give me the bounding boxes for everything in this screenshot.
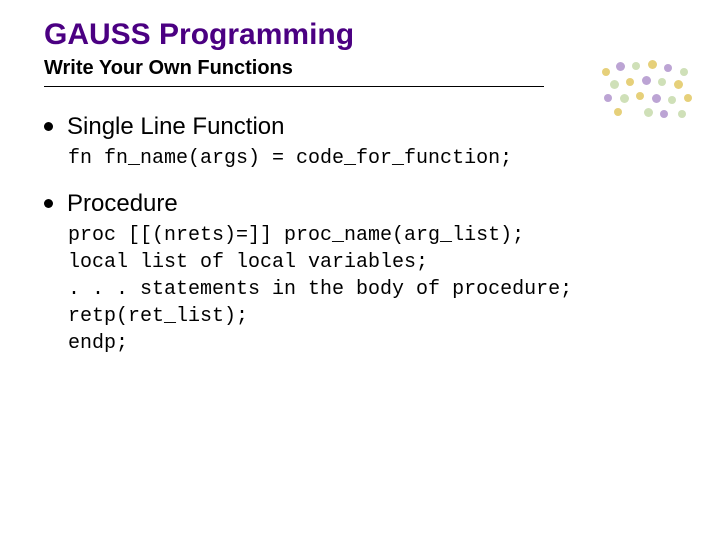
code-block: proc [[(nrets)=]] proc_name(arg_list); l… xyxy=(68,222,676,357)
deco-dot xyxy=(604,94,612,102)
deco-dot xyxy=(620,94,629,103)
deco-dot xyxy=(610,80,619,89)
slide-body: Single Line Function fn fn_name(args) = … xyxy=(44,113,676,357)
bullet-row: Single Line Function xyxy=(44,113,676,141)
slide-title: GAUSS Programming xyxy=(44,18,676,53)
code-block: fn fn_name(args) = code_for_function; xyxy=(68,145,676,172)
deco-dot xyxy=(652,94,661,103)
deco-dot xyxy=(674,80,683,89)
bullet-heading: Single Line Function xyxy=(67,113,284,141)
bullet-item: Procedure proc [[(nrets)=]] proc_name(ar… xyxy=(44,190,676,357)
title-rule xyxy=(44,86,544,87)
bullet-item: Single Line Function fn fn_name(args) = … xyxy=(44,113,676,172)
slide: GAUSS Programming Write Your Own Functio… xyxy=(0,0,720,540)
deco-dot xyxy=(680,68,688,76)
deco-dot xyxy=(678,110,686,118)
slide-subtitle: Write Your Own Functions xyxy=(44,57,676,80)
bullet-heading: Procedure xyxy=(67,190,178,218)
deco-dot xyxy=(668,96,676,104)
deco-dot xyxy=(636,92,644,100)
bullet-row: Procedure xyxy=(44,190,676,218)
bullet-icon xyxy=(44,199,53,208)
bullet-icon xyxy=(44,122,53,131)
deco-dot xyxy=(684,94,692,102)
